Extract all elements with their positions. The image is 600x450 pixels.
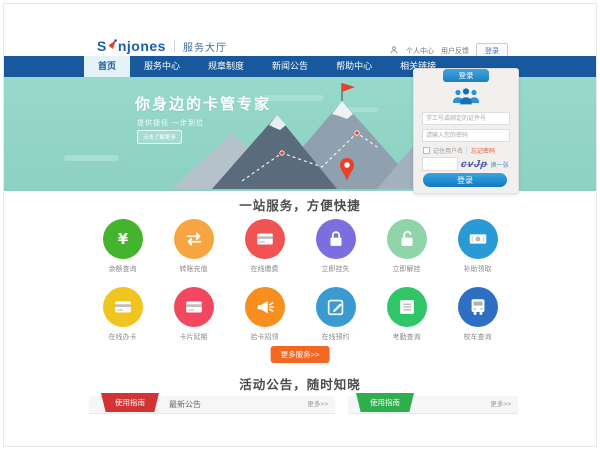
captcha-refresh-link[interactable]: 换一张 [491,160,509,169]
service-label: 在线缴费 [251,264,279,274]
password-input[interactable] [422,129,510,142]
hero-title: 你身边的卡管专家 [135,93,271,114]
service-label: 立即解挂 [393,264,421,274]
nav-item-新闻公告[interactable]: 新闻公告 [258,56,322,77]
service-item[interactable]: 补助领取 [442,219,513,274]
service-item[interactable]: 在线预约 [300,287,371,342]
svg-text:¥: ¥ [117,231,128,248]
service-item[interactable]: 立即挂失 [300,219,371,274]
header-link-user-center[interactable]: 个人中心 [406,46,434,56]
service-item[interactable]: 立即解挂 [371,219,442,274]
hero-subtitle: 提供捷径 一步到位 [137,118,204,128]
service-item[interactable]: 在线缴费 [229,219,300,274]
services-section-title: 一站服务，方便快捷 [4,195,596,214]
logo-text-prefix: S [97,38,107,54]
service-item[interactable]: 卡片延期 [158,287,229,342]
site-tagline: 服务大厅 [183,39,227,54]
card-icon [103,287,143,327]
edit-icon [316,287,356,327]
service-label: 在线预约 [322,332,350,342]
lock-icon [316,219,356,259]
service-item[interactable]: 在线办卡 [87,287,158,342]
tab-latest-announcements[interactable]: 最新公告 [169,396,201,413]
card-icon [174,287,214,327]
nav-item-服务中心[interactable]: 服务中心 [130,56,194,77]
logo-divider [174,40,175,52]
logo-bolt-icon [108,37,117,55]
forgot-password-link[interactable]: 忘记密码 [466,146,495,155]
login-submit-button[interactable]: 登录 [423,173,507,187]
more-services-button[interactable]: 更多服务>> [271,346,330,363]
service-label: 补助领取 [464,264,492,274]
service-item[interactable]: 考勤查询 [371,287,442,342]
logo: S njones 服务大厅 [97,37,227,55]
service-label: 转账充值 [180,264,208,274]
nav-item-规章制度[interactable]: 规章制度 [194,56,258,77]
yuan-icon: ¥ [103,219,143,259]
bus-icon [458,287,498,327]
captcha-image: cvJp [460,159,488,170]
logo-text-suffix: njones [118,38,166,54]
service-item[interactable]: 校车查询 [442,287,513,342]
username-input[interactable] [422,112,510,125]
announcements-section-title: 活动公告，随时知晓 [4,374,596,393]
cloud-decor [64,155,119,161]
list-icon [387,287,427,327]
tab-usage-guide[interactable]: 使用指南 [101,393,159,412]
header-link-feedback[interactable]: 用户反馈 [441,46,469,56]
service-item[interactable]: ¥ 余额查询 [87,219,158,274]
login-panel: 登录 记住用户名 忘记密码 cvJp 换一张 登录 [413,68,519,194]
service-label: 拾卡招领 [251,332,279,342]
announcements-right-box: 使用指南 更多>> [348,396,518,414]
services-grid: ¥ 余额查询 转账充值 在线缴费 立即挂失 立即解挂 补助领取在线办卡 卡片延期 拾卡招领 在线预… [87,219,517,355]
right-more-link[interactable]: 更多>> [490,396,511,413]
unlock-icon [387,219,427,259]
banknote-icon [458,219,498,259]
nav-item-首页[interactable]: 首页 [84,56,130,77]
card-icon [245,219,285,259]
service-item[interactable]: 转账充值 [158,219,229,274]
left-more-link[interactable]: 更多>> [307,396,328,413]
remember-label: 记住用户名 [433,146,463,155]
captcha-input[interactable] [422,157,458,171]
service-label: 卡片延期 [180,332,208,342]
remember-checkbox[interactable] [423,147,430,154]
service-label: 校车查询 [464,332,492,342]
service-label: 考勤查询 [393,332,421,342]
announcements-left-box: 使用指南 最新公告 更多>> [89,396,335,414]
page: S njones 服务大厅 个人中心 用户反馈 登录 首页服务中心规章制度新闻公… [3,3,597,447]
service-label: 余额查询 [109,264,137,274]
login-tab[interactable]: 登录 [443,69,489,82]
nav-item-帮助中心[interactable]: 帮助中心 [322,56,386,77]
megaphone-icon [245,287,285,327]
tab-usage-guide-right[interactable]: 使用指南 [356,393,414,412]
service-label: 在线办卡 [109,332,137,342]
service-item[interactable]: 拾卡招领 [229,287,300,342]
users-icon [451,86,481,111]
hero-cta-button[interactable]: 点击了解更多 [137,130,182,144]
service-label: 立即挂失 [322,264,350,274]
transfer-icon [174,219,214,259]
